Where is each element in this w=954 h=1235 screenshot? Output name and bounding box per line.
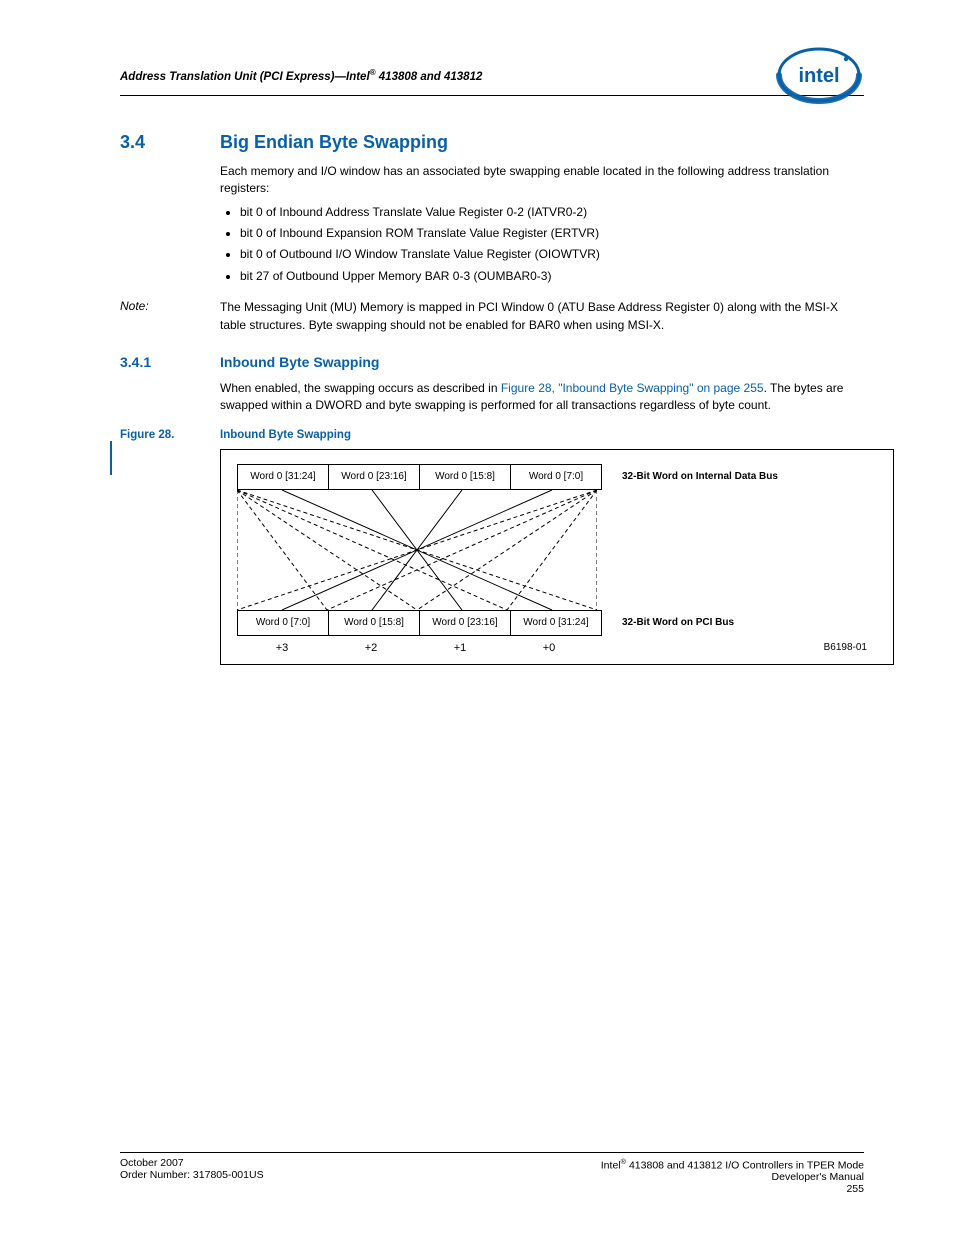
body-text: When enabled, the swapping occurs as des… [220,380,864,415]
offset-cell: +3 [237,642,327,654]
change-bar [110,441,112,475]
byte-cell: Word 0 [7:0] [510,464,602,490]
byte-cell: Word 0 [15:8] [419,464,511,490]
figure-caption: Figure 28. Inbound Byte Swapping [120,429,864,441]
offset-cell: +1 [415,642,505,654]
header-rule [120,95,864,96]
figure-xref-link[interactable]: Figure 28, "Inbound Byte Swapping" on pa… [501,381,764,395]
swap-lines [237,490,597,610]
figure-28: Word 0 [31:24] Word 0 [23:16] Word 0 [15… [220,449,894,665]
note-text: The Messaging Unit (MU) Memory is mapped… [220,299,864,334]
bullet-item: bit 27 of Outbound Upper Memory BAR 0-3 … [240,268,864,285]
section-number: 3.4.1 [120,354,220,370]
figure-title: Inbound Byte Swapping [220,429,351,441]
section-title: Inbound Byte Swapping [220,354,379,370]
offset-row: +3 +2 +1 +0 B6198-01 [237,642,877,654]
note-block: Note: The Messaging Unit (MU) Memory is … [120,299,864,334]
byte-cell: Word 0 [23:16] [328,464,420,490]
byte-cell: Word 0 [31:24] [510,610,602,636]
offset-cell: +2 [326,642,416,654]
section-number: 3.4 [120,132,220,153]
bullet-item: bit 0 of Outbound I/O Window Translate V… [240,246,864,263]
bottom-row-label: 32-Bit Word on PCI Bus [622,617,734,628]
note-label: Note: [120,299,220,334]
intel-logo: intel [774,45,864,108]
top-byte-row: Word 0 [31:24] Word 0 [23:16] Word 0 [15… [237,464,877,490]
bullet-list: bit 0 of Inbound Address Translate Value… [220,204,864,286]
bullet-item: bit 0 of Inbound Address Translate Value… [240,204,864,221]
footer-page-number: 255 [601,1183,864,1195]
body-text: Each memory and I/O window has an associ… [220,163,864,285]
page-footer: October 2007 Order Number: 317805-001US … [120,1152,864,1196]
figure-id: B6198-01 [824,642,877,653]
footer-date: October 2007 [120,1157,264,1169]
bottom-byte-row: Word 0 [7:0] Word 0 [15:8] Word 0 [23:16… [237,610,877,636]
running-header: Address Translation Unit (PCI Express)—I… [120,68,482,83]
footer-doc-title: Intel® 413808 and 413812 I/O Controllers… [601,1157,864,1172]
bullet-item: bit 0 of Inbound Expansion ROM Translate… [240,225,864,242]
swap-text-pre: When enabled, the swapping occurs as des… [220,381,501,395]
footer-order-number: Order Number: 317805-001US [120,1169,264,1181]
figure-number: Figure 28. [120,429,220,441]
intro-paragraph: Each memory and I/O window has an associ… [220,163,864,198]
byte-cell: Word 0 [23:16] [419,610,511,636]
footer-doc-type: Developer's Manual [601,1171,864,1183]
offset-cell: +0 [504,642,594,654]
svg-text:intel: intel [798,65,839,87]
section-heading-3-4: 3.4 Big Endian Byte Swapping [120,132,864,153]
top-row-label: 32-Bit Word on Internal Data Bus [622,471,778,482]
byte-cell: Word 0 [31:24] [237,464,329,490]
section-title: Big Endian Byte Swapping [220,132,448,153]
byte-cell: Word 0 [15:8] [328,610,420,636]
byte-cell: Word 0 [7:0] [237,610,329,636]
section-heading-3-4-1: 3.4.1 Inbound Byte Swapping [120,354,864,370]
